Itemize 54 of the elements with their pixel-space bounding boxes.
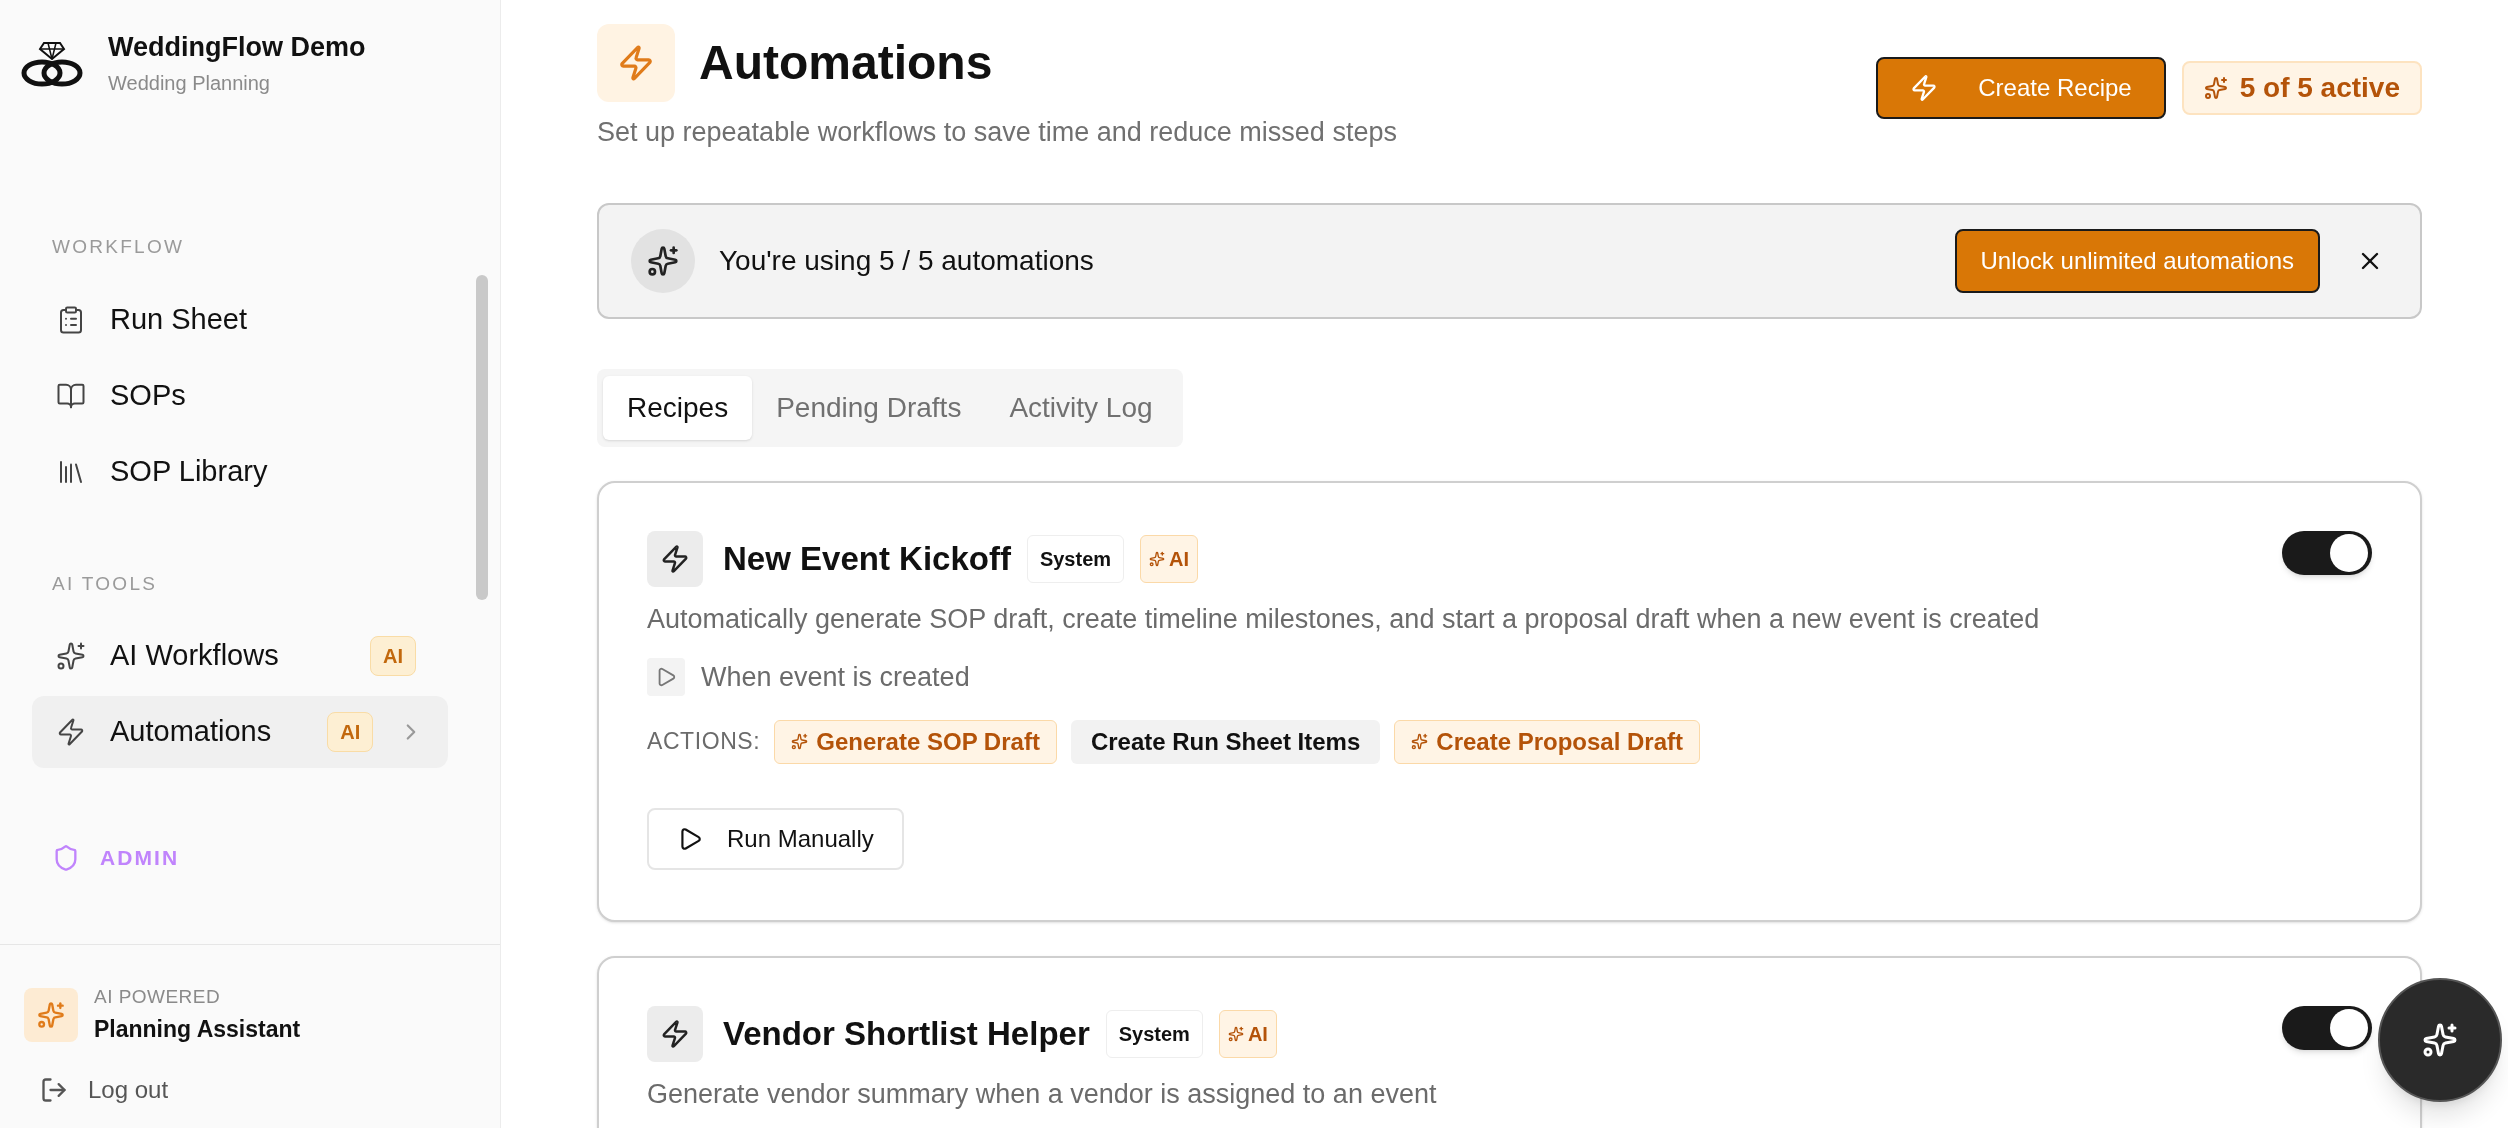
sparkle-icon — [1149, 550, 1166, 567]
trigger-text: When event is created — [701, 661, 970, 694]
system-tag: System — [1026, 534, 1125, 583]
assistant-title: Planning Assistant — [94, 1014, 301, 1044]
zap-icon — [1910, 74, 1939, 102]
sidebar-item[interactable]: SOPs — [32, 359, 448, 432]
sparkle-icon — [791, 733, 809, 750]
page-title: Automations — [699, 35, 993, 91]
ai-badge: AI — [327, 712, 374, 752]
sparkle-icon — [2203, 76, 2228, 100]
assistant-caption: AI POWERED — [94, 985, 222, 1009]
admin-heading: ADMIN — [100, 845, 180, 871]
sparkle-icon — [1227, 1025, 1244, 1042]
zap-icon — [647, 530, 703, 587]
zap-icon — [597, 24, 675, 102]
sidebar-item[interactable]: SOP Library — [32, 435, 448, 508]
sparkles-icon — [24, 987, 78, 1042]
recipe-title: New Event Kickoff — [723, 538, 1011, 579]
sidebar-item[interactable]: Run Sheet — [32, 283, 448, 356]
tab[interactable]: Activity Log — [985, 375, 1177, 440]
section-heading: WORKFLOW — [51, 235, 186, 259]
brand-title: WeddingFlow Demo — [108, 31, 366, 65]
active-count-badge: 5 of 5 active — [2181, 61, 2422, 115]
nav-icon — [56, 641, 86, 671]
sidebar-item[interactable]: Automations AI — [32, 696, 448, 768]
tab[interactable]: Pending Drafts — [752, 375, 986, 440]
recipe-title: Vendor Shortlist Helper — [723, 1013, 1090, 1054]
nav-icon — [56, 717, 86, 747]
ai-badge: AI — [370, 636, 416, 676]
logout-button[interactable]: Log out — [24, 1072, 476, 1108]
usage-text: You're using 5 / 5 automations — [719, 243, 1094, 278]
sidebar-item[interactable]: AI Workflows AI — [32, 620, 448, 692]
ai-tag: AI — [1218, 1009, 1277, 1058]
play-icon — [647, 658, 685, 697]
section-heading: AI TOOLS — [51, 571, 159, 596]
brand-subtitle: Wedding Planning — [108, 70, 271, 96]
logout-icon — [40, 1076, 68, 1104]
scrollbar[interactable] — [476, 275, 488, 600]
recipe-description: Automatically generate SOP draft, create timeline milestones, and start a proposal draft when a new event is created — [647, 602, 2041, 636]
run-manually-button[interactable]: Run Manually — [647, 807, 904, 870]
tab[interactable]: Recipes — [603, 375, 753, 440]
action-chip: Create Run Sheet Items — [1070, 719, 1381, 764]
ai-tag: AI — [1140, 534, 1199, 583]
zap-icon — [647, 1005, 703, 1062]
toggle-switch[interactable] — [2282, 530, 2372, 575]
sparkles-icon — [2422, 1022, 2458, 1058]
actions-label: ACTIONS: — [647, 727, 761, 757]
toggle-switch[interactable] — [2282, 1005, 2372, 1050]
sparkle-icon — [1411, 733, 1429, 750]
system-tag: System — [1105, 1009, 1203, 1058]
recipe-description: Generate vendor summary when a vendor is assigned to an event — [647, 1077, 1438, 1111]
action-chip: Generate SOP Draft — [774, 719, 1057, 764]
action-chip: Create Proposal Draft — [1394, 719, 1701, 764]
page-subtitle: Set up repeatable workflows to save time and reduce missed steps — [597, 116, 1397, 149]
